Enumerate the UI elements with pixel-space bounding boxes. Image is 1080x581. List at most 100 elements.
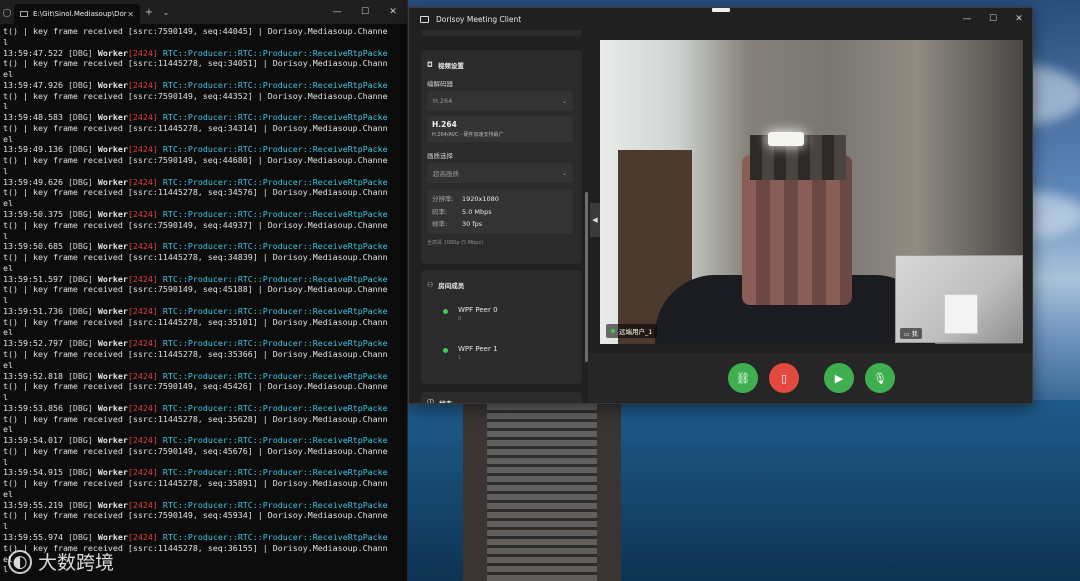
maximize-icon[interactable]: ☐ (980, 14, 1006, 24)
mic-toggle-button[interactable]: 🎙 (865, 363, 895, 393)
room-members-title: 房间成员 (438, 282, 465, 290)
wallpaper-pier-rail (463, 400, 487, 581)
watermark-logo-icon: ◐ (8, 549, 32, 574)
terminal-text: RTC::Producer::RTC::Producer::ReceiveRtp… (157, 370, 388, 381)
terminal-output[interactable]: t() | key frame received [ssrc:7590149, … (3, 26, 407, 581)
terminal-line: 13:59:47.926 [DBG] Worker[2424] RTC::Pro… (3, 80, 407, 91)
terminal-text: el (3, 359, 13, 370)
close-tab-icon[interactable]: ✕ (127, 10, 134, 19)
watermark-text: 大数跨境 (38, 552, 115, 574)
terminal-text: t() | key frame received [ssrc:11445278,… (3, 348, 388, 359)
terminal-text: t() | key frame received [ssrc:7590149, … (3, 510, 388, 521)
terminal-text: 13:59:50.375 (3, 209, 68, 220)
drag-handle[interactable] (712, 8, 730, 12)
terminal-text: Worker (97, 112, 128, 123)
prev-section-card (421, 30, 582, 36)
peer-item[interactable]: WPF Peer 1 1 (443, 345, 498, 361)
leave-call-button[interactable]: ▯ (769, 363, 799, 393)
room-members-card: ⚇ 房间成员 WPF Peer 0 0 WPF Peer 1 1 (421, 270, 582, 384)
remote-video[interactable]: 远端用户_1 ▭ 我 (600, 40, 1023, 344)
terminal-tab[interactable]: E:\Git\Sinol.Mediasoup\Dorisc ✕ (14, 4, 140, 24)
peer-item[interactable]: WPF Peer 0 0 (443, 306, 498, 322)
sidebar-scrollbar[interactable] (585, 192, 588, 362)
terminal-line: 13:59:51.597 [DBG] Worker[2424] RTC::Pro… (3, 274, 407, 285)
terminal-text: [2424] (127, 241, 158, 252)
codec-select[interactable]: H.264 ⌄ (427, 91, 573, 111)
local-video-preview[interactable]: ▭ 我 (895, 255, 1023, 343)
chevron-down-icon: ⌄ (561, 97, 567, 105)
close-icon[interactable]: ✕ (379, 7, 407, 17)
terminal-line: el (3, 360, 407, 371)
terminal-text: [DBG] (67, 305, 98, 316)
terminal-text: 13:59:52.797 (3, 338, 68, 349)
collapse-sidebar-button[interactable]: ◀ (590, 203, 600, 237)
terminal-text: RTC::Producer::RTC::Producer::ReceiveRtp… (157, 499, 388, 510)
connect-button[interactable]: ⛓ (728, 363, 758, 393)
room-members-header: ⚇ 房间成员 (427, 280, 464, 290)
quality-select[interactable]: 超高画质 ⌄ (427, 163, 573, 183)
terminal-text: 13:59:55.974 (3, 531, 68, 542)
terminal-text: t() | key frame received [ssrc:11445278,… (3, 316, 388, 327)
terminal-text: l (3, 101, 8, 112)
terminal-line: l (3, 457, 407, 468)
video-spec-box: 分辨率: 1920x1080 码率: 5.0 Mbps 帧率: 30 fps (427, 189, 573, 234)
minimize-icon[interactable]: — (954, 14, 980, 24)
terminal-line: t() | key frame received [ssrc:7590149, … (3, 284, 407, 295)
terminal-text: [2424] (127, 499, 158, 510)
status-title: 状态 (439, 398, 452, 403)
terminal-text: [2424] (127, 79, 158, 90)
remote-user-name: 远端用户_1 (619, 328, 653, 336)
terminal-text: el (3, 424, 13, 435)
terminal-line: l (3, 166, 407, 177)
terminal-line: el (3, 69, 407, 80)
terminal-text: [DBG] (67, 209, 98, 220)
terminal-text: l (3, 36, 8, 47)
terminal-text: [DBG] (67, 47, 98, 58)
terminal-text: [DBG] (67, 273, 98, 284)
terminal-text: t() | key frame received [ssrc:7590149, … (3, 284, 388, 295)
terminal-text: Worker (97, 402, 128, 413)
minimize-icon[interactable]: — (323, 7, 351, 17)
terminal-text: Worker (97, 79, 128, 90)
terminal-text: Worker (97, 531, 128, 542)
terminal-text: t() | key frame received [ssrc:7590149, … (3, 26, 388, 36)
peer-name: WPF Peer 0 (458, 306, 498, 314)
chevron-down-icon[interactable]: ⌄ (158, 8, 174, 17)
terminal-text: [2424] (127, 531, 158, 542)
new-tab-button[interactable]: + (140, 7, 158, 18)
peer-id: 1 (458, 355, 462, 361)
terminal-text: t() | key frame received [ssrc:7590149, … (3, 90, 388, 101)
terminal-line: 13:59:54.915 [DBG] Worker[2424] RTC::Pro… (3, 467, 407, 478)
terminal-text: 13:59:49.136 (3, 144, 68, 155)
terminal-line: t() | key frame received [ssrc:7590149, … (3, 510, 407, 521)
terminal-text: 13:59:54.017 (3, 435, 68, 446)
online-status-dot (443, 348, 448, 353)
terminal-text: Worker (97, 176, 128, 187)
video-settings-header: ◘ 视频设置 (427, 60, 464, 70)
terminal-text: 13:59:50.685 (3, 241, 68, 252)
terminal-line: t() | key frame received [ssrc:11445278,… (3, 252, 407, 263)
terminal-text: [DBG] (67, 370, 98, 381)
terminal-text: [DBG] (67, 402, 98, 413)
terminal-line: l (3, 231, 407, 242)
meeting-client-window: Dorisoy Meeting Client — ☐ ✕ ◘ 视频设置 编解码器… (408, 7, 1033, 404)
terminal-text: [DBG] (67, 531, 98, 542)
terminal-line: t() | key frame received [ssrc:11445278,… (3, 58, 407, 69)
framerate-value: 30 fps (462, 220, 483, 228)
terminal-text: Worker (97, 338, 128, 349)
maximize-icon[interactable]: ☐ (351, 7, 379, 17)
terminal-line: 13:59:52.818 [DBG] Worker[2424] RTC::Pro… (3, 371, 407, 382)
terminal-text: l (3, 521, 8, 532)
camera-toggle-button[interactable]: ▶ (824, 363, 854, 393)
terminal-text: l (3, 165, 8, 176)
terminal-text: Worker (97, 370, 128, 381)
video-camera-icon: ▶ (834, 371, 844, 385)
terminal-text: Worker (97, 467, 128, 478)
bitrate-value: 5.0 Mbps (462, 207, 492, 216)
terminal-text: l (3, 230, 8, 241)
close-icon[interactable]: ✕ (1006, 14, 1032, 24)
microphone-icon: 🎙 (873, 371, 887, 385)
terminal-line: t() | key frame received [ssrc:11445278,… (3, 317, 407, 328)
terminal-text: [2424] (127, 305, 158, 316)
online-status-dot (443, 309, 448, 314)
